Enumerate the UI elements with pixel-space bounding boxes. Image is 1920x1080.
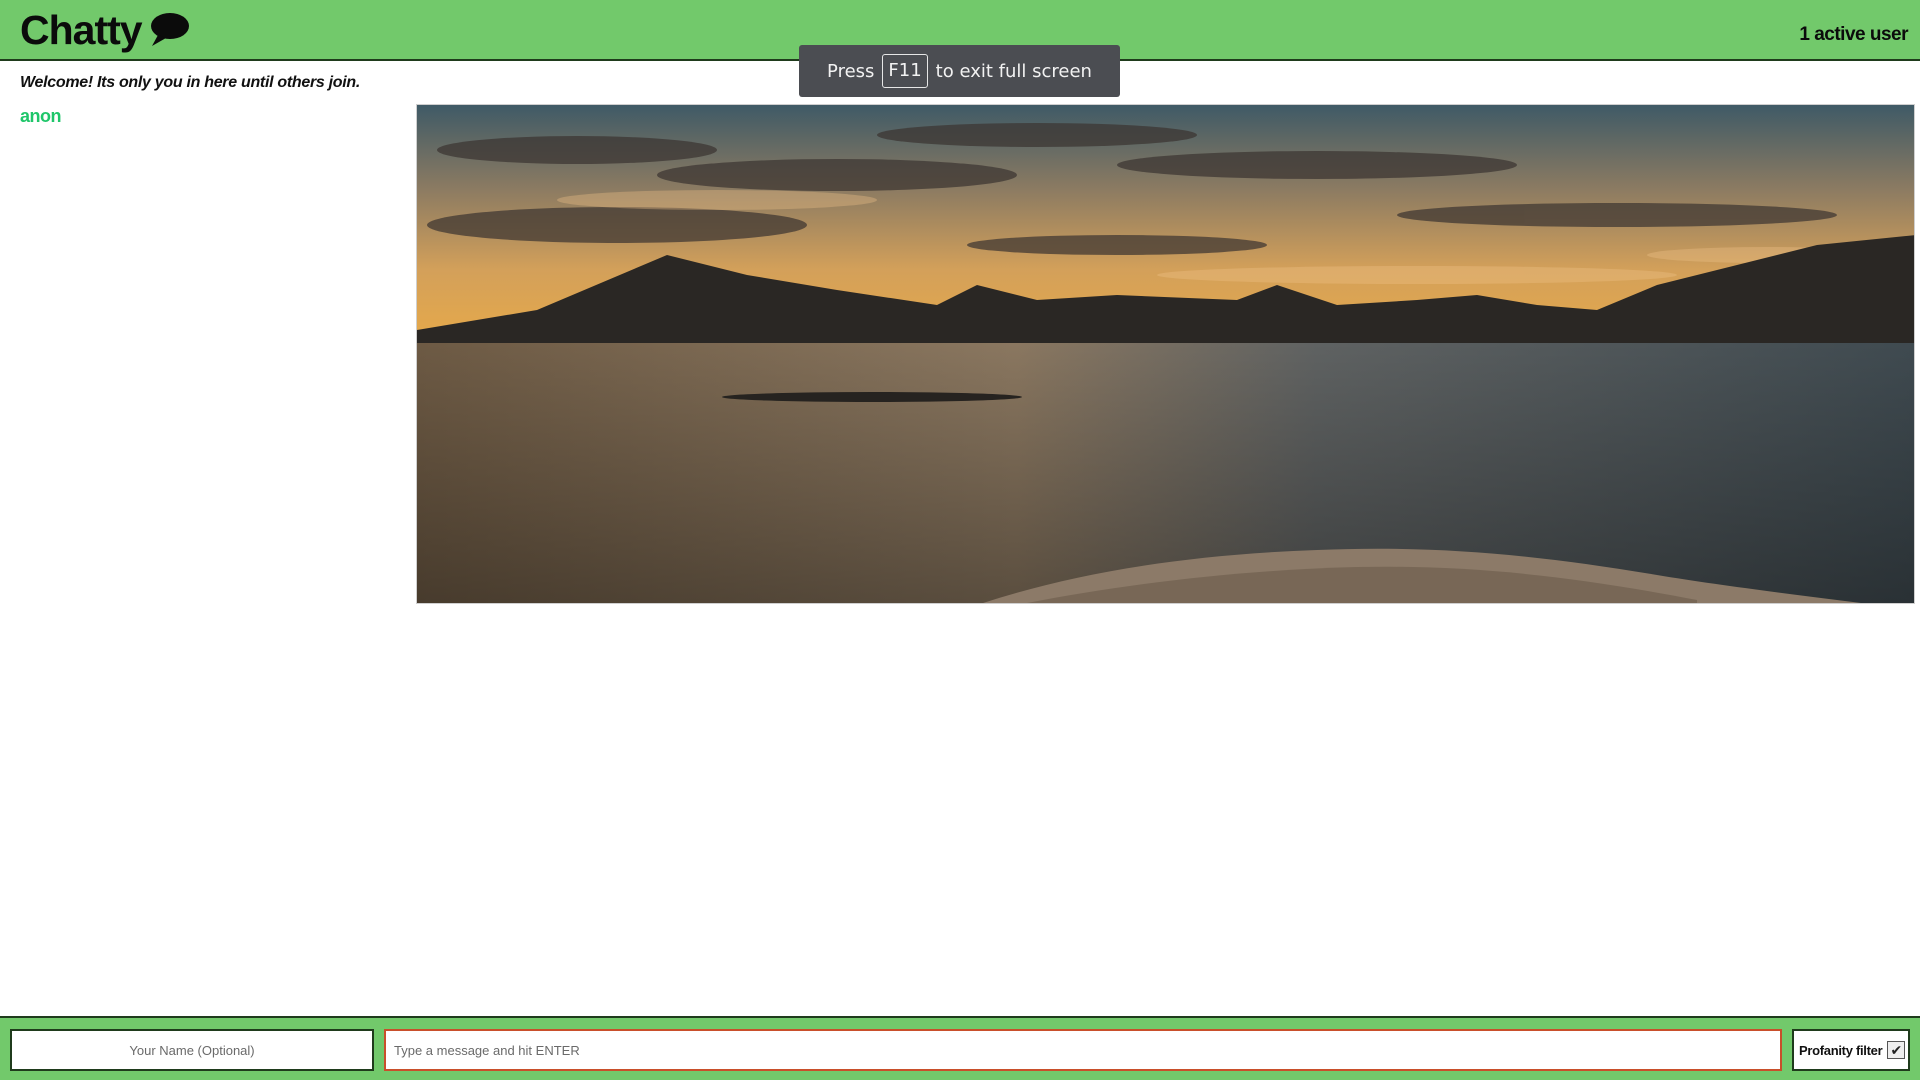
f11-key: F11 bbox=[882, 54, 928, 88]
message-input[interactable] bbox=[384, 1029, 1782, 1071]
name-input[interactable] bbox=[10, 1029, 374, 1071]
profanity-filter-checkbox[interactable]: ✔ bbox=[1887, 1041, 1906, 1059]
user-list: anon bbox=[20, 106, 400, 127]
app-title: Chatty bbox=[20, 7, 143, 53]
brand: Chatty bbox=[20, 4, 190, 56]
user-list-item: anon bbox=[20, 106, 62, 126]
landscape-image bbox=[416, 104, 1915, 604]
speech-bubble-icon bbox=[148, 11, 190, 49]
profanity-filter-toggle[interactable]: Profanity filter ✔ bbox=[1792, 1029, 1910, 1071]
welcome-message: Welcome! Its only you in here until othe… bbox=[20, 74, 361, 91]
chat-area bbox=[416, 104, 1915, 604]
fullscreen-notice-prefix: Press bbox=[827, 60, 875, 82]
input-bar: Profanity filter ✔ bbox=[0, 1016, 1920, 1080]
active-users-count: 1 active user bbox=[1799, 24, 1908, 45]
fullscreen-notice-suffix: to exit full screen bbox=[935, 60, 1092, 82]
sidebar: Welcome! Its only you in here until othe… bbox=[20, 74, 400, 127]
profanity-filter-label: Profanity filter bbox=[1799, 1042, 1883, 1058]
fullscreen-notice: Press F11 to exit full screen bbox=[799, 45, 1120, 97]
